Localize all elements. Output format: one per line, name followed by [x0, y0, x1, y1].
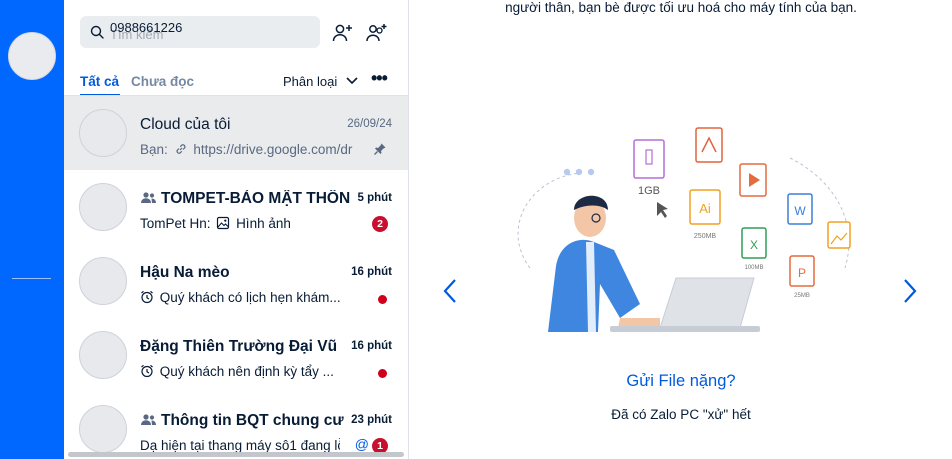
preview-sender: Bạn: [140, 142, 168, 157]
chevron-right-icon[interactable] [900, 277, 920, 305]
zalo-app-window: Tìm kiếm 0988661226 Tất cả Chưa đọc Phân… [0, 0, 952, 459]
more-options-button[interactable]: ••• [371, 68, 388, 89]
send-large-file-illustration: 1GB Ai 250MB W X 100MB P 25MB [517, 127, 851, 332]
avatar [79, 405, 127, 453]
nav-rail [0, 0, 64, 459]
zip-file-icon: 1GB [633, 139, 665, 197]
ai-file-icon: Ai 250MB [689, 189, 721, 240]
conversation-item[interactable]: TOMPET-BẢO MẬT THÔNG TIN 5 phút TomPet H… [64, 170, 408, 244]
conversation-preview: Dạ hiện tại thang máy sô1 đang lỗi [140, 438, 340, 453]
slide-title: Gửi File nặng? [626, 372, 736, 390]
file-size-25mb: 25MB [794, 293, 810, 299]
create-group-button[interactable] [364, 21, 388, 45]
chevron-down-icon[interactable] [345, 76, 359, 86]
filter-dropdown[interactable]: Phân loại [283, 74, 337, 89]
conversation-name: Thông tin BQT chung cư [140, 412, 350, 430]
conversation-item[interactable]: Cloud của tôi 26/09/24 Bạn: https://driv… [64, 96, 408, 170]
conversation-name: Cloud của tôi [140, 116, 231, 133]
group-icon [141, 192, 156, 203]
search-icon [90, 25, 104, 39]
conversation-panel: Tìm kiếm 0988661226 Tất cả Chưa đọc Phân… [64, 0, 409, 459]
unread-badge: 2 [372, 216, 388, 232]
chevron-left-icon[interactable] [440, 277, 460, 305]
avatar [79, 331, 127, 379]
person-at-laptop [548, 195, 660, 332]
profile-avatar[interactable] [8, 32, 56, 80]
preview-text: https://drive.google.com/dr [193, 142, 353, 157]
file-letter-x: X [750, 238, 758, 252]
nav-divider [12, 278, 51, 279]
preview-text: Quý khách nên định kỳ tẩy ... [159, 364, 334, 379]
cursor-icon [657, 202, 668, 218]
file-size-100mb: 100MB [744, 265, 763, 271]
horizontal-scrollbar[interactable] [68, 452, 404, 457]
avatar [79, 183, 127, 231]
alarm-icon [141, 290, 153, 304]
conversation-name-text: TOMPET-BẢO MẬT THÔNG TIN [161, 190, 350, 207]
unread-dot [378, 369, 387, 378]
tab-all[interactable]: Tất cả [80, 74, 119, 89]
ppt-file-icon: P 25MB [789, 255, 815, 299]
avatar [79, 257, 127, 305]
pin-icon [374, 143, 386, 155]
file-size-1gb: 1GB [638, 185, 660, 197]
preview-text: Quý khách có lịch hẹn khám... [159, 290, 341, 305]
conversation-name: Hậu Na mèo [140, 264, 230, 281]
conversation-item[interactable]: Thông tin BQT chung cư 23 phút Dạ hiện t… [64, 392, 408, 459]
conversation-time: 5 phút [357, 192, 393, 204]
unread-dot [378, 295, 387, 304]
welcome-description: người thân, bạn bè được tối ưu hoá cho m… [505, 0, 857, 15]
conversation-preview: Quý khách có lịch hẹn khám... [140, 290, 355, 305]
alarm-icon [141, 364, 153, 378]
mention-icon: @ [354, 436, 369, 452]
tab-unread[interactable]: Chưa đọc [131, 74, 194, 89]
conversation-name-text: Thông tin BQT chung cư [161, 412, 344, 429]
preview-text: Dạ hiện tại thang máy sô1 đang lỗi [140, 438, 340, 453]
conversation-time: 16 phút [351, 266, 392, 278]
add-friend-button[interactable] [330, 21, 354, 45]
conversation-item[interactable]: Đặng Thiên Trường Đại Vũ 16 phút Quý khá… [64, 318, 408, 392]
welcome-area: người thân, bạn bè được tối ưu hoá cho m… [410, 0, 952, 459]
add-friend-icon [332, 24, 352, 42]
search-box[interactable]: Tìm kiếm 0988661226 [80, 16, 320, 48]
conversation-preview: Quý khách nên định kỳ tẩy ... [140, 364, 355, 379]
conversation-tabs: Tất cả Chưa đọc Phân loại ••• [64, 68, 408, 96]
file-size-250mb: 250MB [694, 233, 717, 240]
preview-text: Hình ảnh [236, 216, 291, 231]
conversation-name: TOMPET-BẢO MẬT THÔNG TIN [140, 190, 350, 208]
conversation-item[interactable]: Hậu Na mèo 16 phút Quý khách có lịch hẹn… [64, 244, 408, 318]
file-letter-w: W [794, 204, 806, 218]
video-file-icon [739, 163, 767, 197]
image-file-icon [827, 221, 851, 249]
conversation-preview: Bạn: https://drive.google.com/dr [140, 142, 355, 157]
conversation-preview: TomPet Hn: Hình ảnh [140, 216, 355, 231]
file-letter-ai: Ai [699, 201, 711, 216]
create-group-icon [366, 24, 387, 42]
image-icon [217, 216, 230, 230]
search-input[interactable]: 0988661226 [110, 20, 182, 35]
avatar [79, 109, 127, 157]
slide-subtitle: Đã có Zalo PC "xử" hết [611, 407, 751, 422]
conversation-name: Đặng Thiên Trường Đại Vũ [140, 338, 338, 355]
excel-file-icon: X 100MB [741, 227, 767, 271]
conversation-time: 26/09/24 [347, 118, 392, 130]
conversation-time: 16 phút [351, 340, 392, 352]
word-file-icon: W [787, 193, 813, 225]
pdf-file-icon [695, 127, 723, 163]
file-letter-p: P [798, 266, 806, 280]
link-icon [176, 144, 186, 154]
group-icon [141, 414, 156, 425]
preview-sender: TomPet Hn: [140, 216, 211, 231]
conversation-time: 23 phút [351, 414, 392, 426]
